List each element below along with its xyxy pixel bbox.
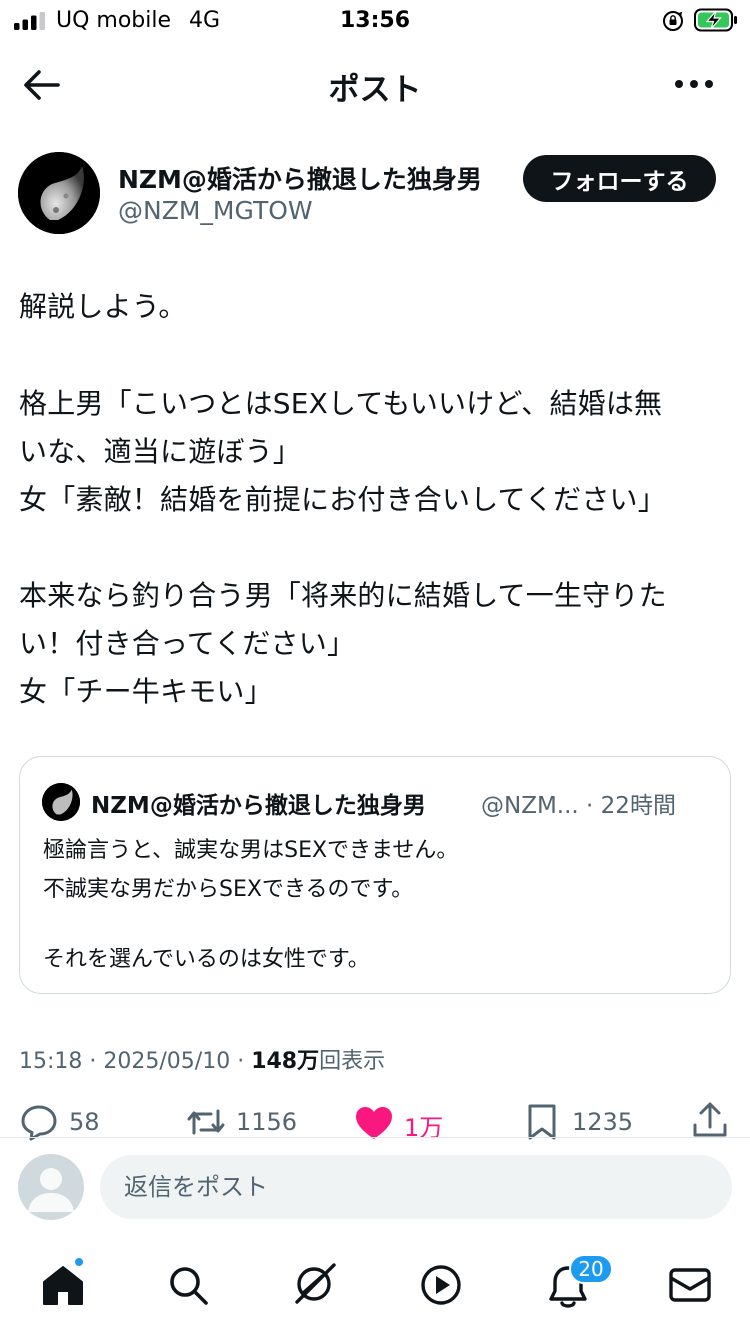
tweet-text-line: いな、適当に遊ぼう」	[19, 435, 302, 468]
tweet-text-line: 女「チー牛キモい」	[19, 675, 273, 708]
tweet-text-line: 女「素敵！結婚を前提にお付き合いしてください」	[19, 483, 666, 516]
author-avatar[interactable]	[18, 152, 100, 234]
grok-icon[interactable]	[292, 1260, 338, 1306]
view-count: 148万	[251, 1049, 320, 1074]
reply-icon[interactable]	[19, 1102, 59, 1142]
quoted-text-line: 極論言うと、誠実な男はSEXできません。	[43, 838, 459, 863]
moon-image	[42, 783, 80, 821]
messages-envelope-icon[interactable]	[667, 1262, 713, 1308]
more-dots-icon[interactable]	[670, 70, 718, 98]
status-bar: UQ mobile 4G 13:56	[0, 0, 750, 44]
repost-count: 1156	[236, 1108, 298, 1136]
page-title: ポスト	[328, 72, 422, 108]
current-user-avatar	[18, 1154, 84, 1220]
quoted-author-avatar	[42, 783, 80, 821]
post-date: 2025/05/10	[103, 1049, 231, 1074]
bookmark-count: 1235	[572, 1108, 634, 1136]
quoted-text-line: それを選んでいるのは女性です。	[43, 947, 370, 972]
moon-image	[18, 152, 100, 234]
search-icon[interactable]	[165, 1262, 211, 1308]
meta-separator: ·	[230, 1049, 252, 1074]
tweet-text-line: 格上男「こいつとはSEXしてもいいけど、結婚は無	[19, 387, 663, 420]
reply-count: 58	[69, 1108, 100, 1136]
quoted-text-line: 不誠実な男だからSEXできるのです。	[43, 877, 414, 902]
author-handle[interactable]: @NZM_MGTOW	[118, 196, 313, 225]
video-play-icon[interactable]	[418, 1262, 464, 1308]
status-time: 13:56	[339, 8, 411, 33]
notification-count-badge: 20	[569, 1254, 613, 1284]
tweet-text-line: 解説しよう。	[19, 290, 187, 323]
view-label: 回表示	[319, 1049, 386, 1074]
divider	[0, 1137, 750, 1138]
tweet-text-line: 本来なら釣り合う男「将来的に結婚して一生守りた	[19, 579, 667, 612]
author-name[interactable]: NZM@婚活から撤退した独身男	[118, 160, 482, 196]
post-time: 15:18	[19, 1049, 83, 1074]
reply-input[interactable]	[100, 1155, 732, 1219]
default-user-icon	[28, 1168, 74, 1212]
battery-charging-icon	[694, 8, 737, 32]
post-timestamp-views: 15:18 · 2025/05/10 · 148万回表示	[19, 1043, 385, 1075]
home-new-indicator	[73, 1256, 85, 1268]
meta-separator: ·	[82, 1049, 104, 1074]
share-icon[interactable]	[690, 1100, 730, 1140]
orientation-lock-icon	[663, 11, 683, 31]
home-icon[interactable]	[40, 1262, 86, 1308]
follow-button[interactable]: フォローする	[523, 155, 716, 202]
tweet-text-line: い！付き合ってください」	[19, 627, 356, 660]
bookmark-icon[interactable]	[522, 1102, 562, 1142]
heart-filled-icon[interactable]	[354, 1104, 394, 1144]
quoted-author-name: NZM@婚活から撤退した独身男	[91, 793, 426, 819]
repost-icon[interactable]	[186, 1102, 226, 1142]
quoted-post-meta: @NZM... · 22時間	[481, 793, 676, 819]
